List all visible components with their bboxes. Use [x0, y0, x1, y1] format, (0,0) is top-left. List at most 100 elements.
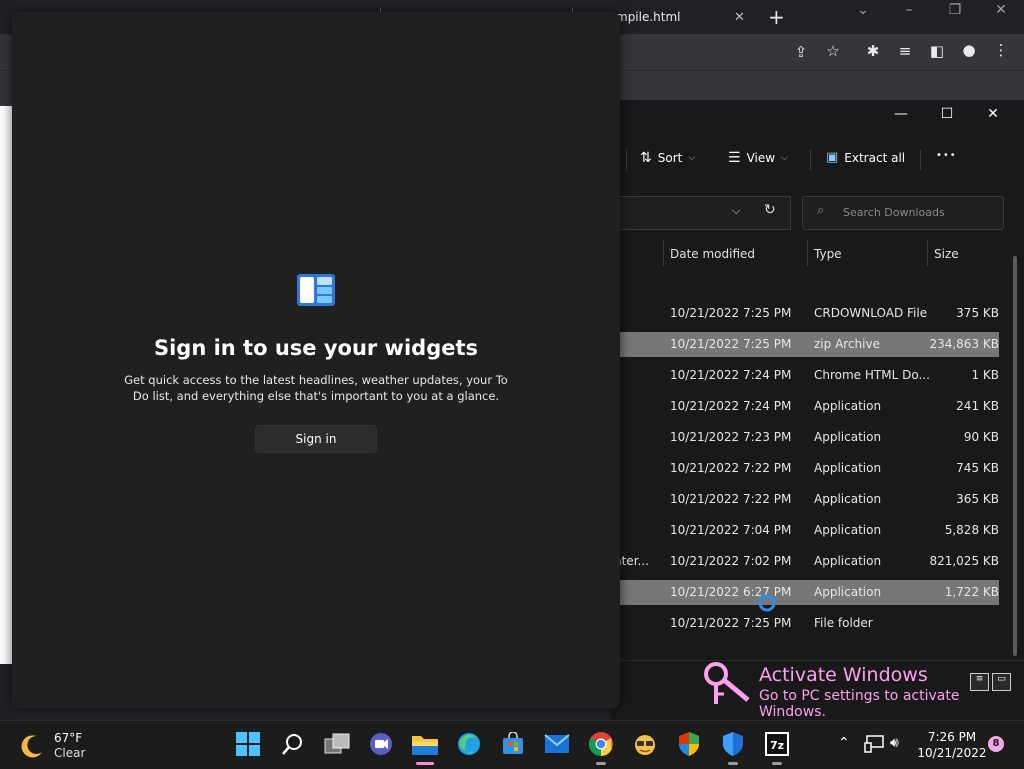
edge-button[interactable] — [454, 729, 484, 759]
activation-subtitle: Go to PC settings to activate Windows. — [759, 688, 960, 720]
search-button[interactable] — [278, 729, 308, 759]
file-explorer-window: — ☐ ✕ ⇅ Sort ⌵ ☰ View ⌵ ▣ Extract all ••… — [610, 100, 1024, 720]
address-bar[interactable]: ⌵ ↻ — [610, 196, 791, 230]
edge-icon — [458, 733, 480, 755]
share-icon[interactable]: ⇪ — [790, 43, 812, 61]
moon-icon — [21, 735, 42, 758]
column-divider[interactable] — [663, 240, 664, 266]
file-date-cell: 10/21/2022 7:25 PM — [670, 337, 792, 351]
file-row[interactable]: 10/21/2022 7:22 PM Application 365 KB — [610, 487, 999, 512]
clock[interactable]: 7:26 PM 10/21/2022 — [914, 729, 990, 761]
file-type-cell: Application — [814, 523, 882, 537]
explorer-titlebar: — ☐ ✕ — [610, 100, 1024, 132]
media-control-icon[interactable]: ≡ — [894, 42, 916, 60]
chevron-down-icon: ⌵ — [781, 153, 788, 163]
shield-icon — [679, 732, 699, 756]
file-date-cell: 10/21/2022 7:25 PM — [670, 306, 792, 320]
sort-label: Sort — [657, 151, 683, 165]
key-icon — [704, 662, 750, 704]
extensions-icon[interactable]: ✱ — [862, 42, 884, 60]
view-button[interactable]: ☰ View ⌵ — [728, 150, 788, 166]
glasses-app-button[interactable] — [630, 729, 660, 759]
browser-restore-button[interactable]: ❐ — [940, 2, 970, 18]
widgets-logo-icon — [297, 274, 335, 306]
file-row[interactable]: 10/21/2022 7:22 PM Application 745 KB — [610, 456, 999, 481]
search-placeholder: Search Downloads — [843, 206, 945, 219]
mail-button[interactable] — [542, 729, 572, 759]
start-button[interactable] — [233, 729, 263, 759]
column-divider[interactable] — [807, 240, 808, 266]
show-hidden-icons-chevron-icon[interactable]: ⌃ — [838, 735, 850, 751]
extract-all-button[interactable]: ▣ Extract all — [826, 150, 905, 165]
file-row[interactable]: 10/21/2022 7:23 PM Application 90 KB — [610, 425, 999, 450]
tab-search-icon[interactable]: ⌄ — [848, 2, 878, 18]
file-type-cell: Application — [814, 585, 882, 599]
busy-cursor-icon — [758, 594, 776, 612]
sort-button[interactable]: ⇅ Sort ⌵ — [640, 150, 695, 166]
column-size-label: Size — [934, 247, 959, 261]
file-date-cell: 10/21/2022 7:23 PM — [670, 430, 792, 444]
volume-icon[interactable]: 🔊︎ — [890, 735, 899, 751]
activation-watermark: Activate Windows Go to PC settings to ac… — [759, 664, 1024, 720]
file-row[interactable]: 10/21/2022 7:25 PM zip Archive 234,863 KB — [610, 332, 999, 357]
file-row[interactable]: 10/21/2022 7:24 PM Application 241 KB — [610, 394, 999, 419]
weather-widget[interactable]: 67°F Clear — [18, 731, 85, 761]
explorer-maximize-button[interactable]: ☐ — [932, 106, 962, 122]
browser-close-button[interactable]: ✕ — [986, 2, 1016, 18]
search-icon — [282, 734, 302, 755]
file-row[interactable]: nter... 10/21/2022 7:02 PM Application 821,… — [610, 549, 999, 574]
new-tab-button[interactable]: + — [768, 0, 788, 34]
file-row[interactable]: 10/21/2022 7:04 PM Application 5,828 KB — [610, 518, 999, 543]
file-type-cell: CRDOWNLOAD File — [814, 306, 928, 320]
task-view-icon — [324, 733, 350, 754]
file-date-cell: 10/21/2022 7:24 PM — [670, 368, 792, 382]
file-size-cell: 234,863 KB — [929, 337, 999, 351]
file-type-cell: Application — [814, 492, 882, 506]
column-divider[interactable] — [927, 240, 928, 266]
file-explorer-taskbar-button[interactable] — [410, 729, 440, 765]
address-history-chevron-icon[interactable]: ⌵ — [732, 204, 740, 218]
network-monitor-icon — [864, 735, 884, 753]
running-indicator — [728, 762, 738, 765]
more-options-button[interactable]: ••• — [936, 150, 957, 161]
teams-chat-button[interactable] — [366, 729, 396, 759]
7zip-button[interactable]: 7z — [762, 729, 792, 765]
file-type-cell: zip Archive — [814, 337, 880, 351]
task-view-button[interactable] — [322, 729, 352, 759]
file-type-cell: File folder — [814, 616, 873, 630]
glasses-face-icon — [635, 735, 655, 755]
profile-icon[interactable]: ● — [958, 41, 980, 59]
network-icon[interactable] — [864, 735, 884, 757]
tab-title: mpile.html — [616, 10, 681, 24]
folder-icon — [412, 736, 438, 755]
store-button[interactable] — [498, 729, 528, 759]
running-indicator — [772, 762, 782, 765]
tab-close-icon[interactable]: ✕ — [734, 10, 745, 25]
defender-shield-icon — [723, 732, 743, 756]
mail-icon — [544, 734, 570, 753]
bookmark-star-icon[interactable]: ☆ — [822, 42, 844, 60]
defender-button[interactable] — [718, 729, 748, 765]
file-row[interactable]: 10/21/2022 7:24 PM Chrome HTML Do... 1 KB — [610, 363, 999, 388]
notification-badge[interactable]: 8 — [988, 736, 1004, 752]
file-row[interactable]: 10/21/2022 7:25 PM CRDOWNLOAD File 375 KB — [610, 301, 999, 326]
refresh-icon[interactable]: ↻ — [764, 202, 776, 218]
side-panel-icon[interactable]: ◧ — [926, 42, 948, 60]
chrome-menu-icon[interactable]: ⋮ — [990, 41, 1012, 59]
file-size-cell: 821,025 KB — [929, 554, 999, 568]
windows-logo-icon — [236, 732, 260, 756]
security-app-button[interactable] — [674, 729, 704, 759]
chrome-button[interactable] — [586, 729, 616, 765]
file-size-cell: 375 KB — [956, 306, 999, 320]
browser-minimize-button[interactable]: – — [894, 2, 924, 18]
search-box[interactable]: ⌕ Search Downloads — [802, 196, 1004, 230]
explorer-close-button[interactable]: ✕ — [978, 106, 1008, 122]
sign-in-button[interactable]: Sign in — [255, 425, 377, 453]
file-type-cell: Application — [814, 554, 882, 568]
svg-text:7z: 7z — [770, 739, 784, 752]
file-row[interactable]: 10/21/2022 7:25 PM File folder — [610, 611, 999, 636]
file-row[interactable]: 10/21/2022 6:27 PM Application 1,722 KB — [610, 580, 999, 605]
scrollbar[interactable] — [1013, 256, 1017, 656]
explorer-minimize-button[interactable]: — — [886, 106, 916, 122]
file-type-cell: Application — [814, 399, 882, 413]
